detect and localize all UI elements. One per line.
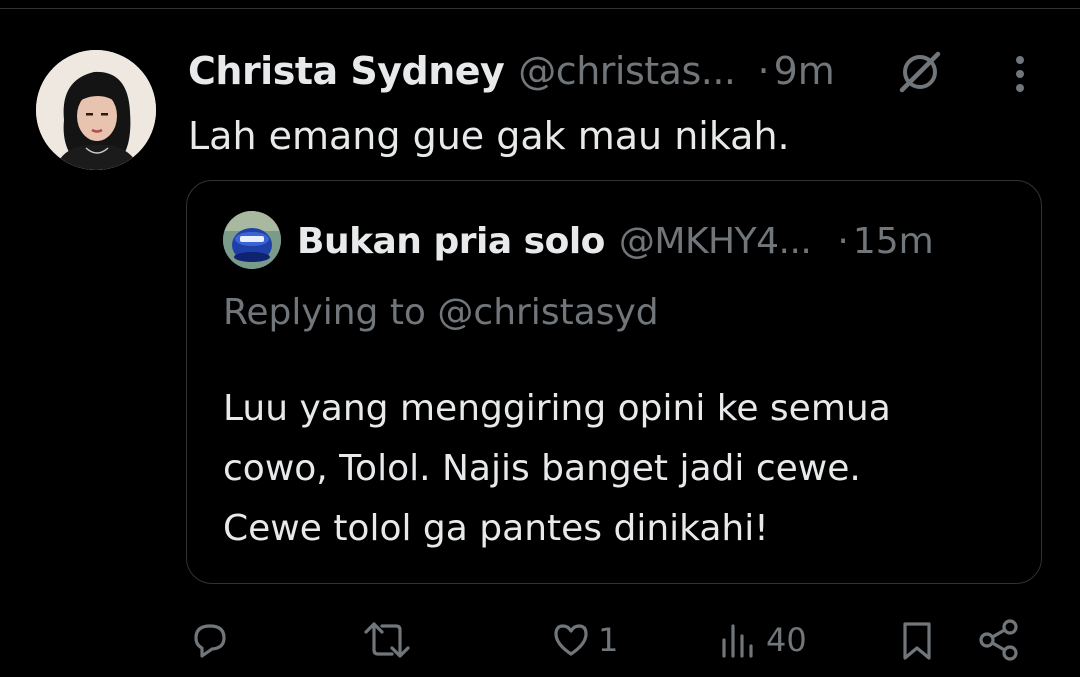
separator-dot: · [757, 49, 770, 93]
replying-to-label: Replying to @christasyd [223, 292, 659, 333]
views-icon [722, 624, 753, 658]
top-divider [0, 8, 1080, 9]
quoted-tweet-header: Bukan pria solo @MKHY4... · 15m [297, 213, 934, 269]
views-button[interactable]: 40 [716, 610, 807, 670]
like-button[interactable]: 1 [550, 610, 618, 670]
quoted-separator-dot: · [837, 220, 849, 262]
author-handle[interactable]: @christas... [518, 49, 736, 93]
retweet-icon [364, 622, 410, 658]
quoted-tweet-card[interactable]: Bukan pria solo @MKHY4... · 15m Replying… [186, 180, 1042, 584]
quoted-text-line: Cewe tolol ga pantes dinikahi! [223, 508, 769, 549]
reply-icon [194, 624, 226, 658]
quoted-author-avatar[interactable] [223, 211, 281, 269]
tweet-header: Christa Sydney @christas... · 9m [188, 44, 835, 98]
more-icon[interactable] [1000, 54, 1040, 94]
quoted-text-line: Luu yang menggiring opini ke semua [223, 388, 891, 429]
heart-icon [554, 624, 588, 656]
bookmark-button[interactable] [896, 610, 938, 670]
author-display-name[interactable]: Christa Sydney [188, 49, 505, 93]
tweet-timestamp[interactable]: 9m [774, 49, 835, 93]
quoted-text-line: cowo, Tolol. Najis banget jadi cewe. [223, 448, 861, 489]
grok-icon[interactable] [896, 48, 944, 96]
author-avatar[interactable] [36, 50, 156, 170]
share-icon [979, 619, 1018, 661]
like-count: 1 [598, 621, 619, 659]
profile-photo-icon [36, 50, 156, 170]
blue-can-profile-photo-icon [223, 211, 281, 269]
views-count: 40 [766, 621, 807, 659]
quoted-author-display-name[interactable]: Bukan pria solo [297, 221, 605, 262]
quoted-tweet-timestamp[interactable]: 15m [853, 221, 934, 262]
retweet-button[interactable] [360, 610, 414, 670]
quoted-tweet-text: Luu yang menggiring opini ke semua cowo,… [223, 379, 1013, 559]
reply-button[interactable] [188, 610, 232, 670]
share-button[interactable] [976, 610, 1022, 670]
tweet-page: Christa Sydney @christas... · 9m Lah ema… [0, 0, 1080, 677]
tweet-text: Lah emang gue gak mau nikah. [188, 114, 790, 158]
bookmark-icon [903, 622, 931, 660]
action-bar: 1 40 [0, 610, 1080, 670]
quoted-author-handle[interactable]: @MKHY4... [619, 221, 812, 262]
